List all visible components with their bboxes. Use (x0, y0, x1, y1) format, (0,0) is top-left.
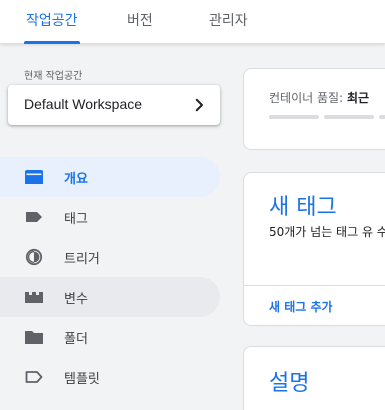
container-quality-card: 컨테이너 품질: 최근 (243, 68, 385, 150)
container-quality-text: 컨테이너 품질: 최근 (269, 89, 369, 106)
quality-bar-segment (324, 115, 374, 119)
workspace-label: 현재 작업공간 (24, 71, 83, 82)
quality-value: 최근 (346, 91, 370, 105)
template-icon (25, 371, 43, 383)
divider (244, 285, 385, 286)
tab-versions[interactable]: 버전 (127, 0, 153, 44)
workspace-name: Default Workspace (24, 96, 143, 112)
sidebar-item-overview[interactable]: 개요 (0, 157, 220, 197)
sidebar-item-triggers[interactable]: 트리거 (0, 237, 220, 277)
chevron-right-icon (195, 98, 203, 112)
top-tab-bar: 작업공간 버전 관리자 (0, 0, 385, 44)
new-tag-card: 새 태그 50개가 넘는 태그 유 수 있습니다. 새 태그 추가 (243, 172, 385, 326)
new-tag-description: 50개가 넘는 태그 유 수 있습니다. (269, 225, 385, 239)
tag-icon (26, 212, 42, 222)
folder-icon (25, 331, 43, 344)
sidebar-item-folders[interactable]: 폴더 (0, 317, 220, 357)
tab-admin[interactable]: 관리자 (209, 0, 248, 44)
new-tag-title: 새 태그 (269, 195, 337, 220)
sidebar-item-tags[interactable]: 태그 (0, 197, 220, 237)
sidebar-item-variables[interactable]: 변수 (0, 277, 220, 317)
quality-bar-segment (379, 115, 385, 119)
tab-workspace[interactable]: 작업공간 (26, 0, 78, 44)
sidebar-item-label: 개요 (64, 172, 88, 187)
folder-open-icon (25, 170, 43, 184)
quality-bar-segment (269, 115, 319, 119)
sidebar-item-templates[interactable]: 템플릿 (0, 357, 220, 397)
add-new-tag-button[interactable]: 새 태그 추가 (269, 298, 333, 315)
active-tab-indicator (24, 41, 80, 44)
quality-label: 컨테이너 품질: (269, 91, 344, 105)
description-title: 설명 (269, 371, 310, 396)
sidebar-item-label: 폴더 (64, 332, 88, 347)
sidebar-item-label: 템플릿 (64, 372, 100, 387)
workspace-selector[interactable]: Default Workspace (8, 85, 220, 125)
description-card: 설명 (243, 346, 385, 410)
sidebar-item-label: 변수 (64, 292, 88, 307)
trigger-icon (25, 248, 43, 266)
sidebar-item-label: 태그 (64, 212, 88, 227)
sidebar: 현재 작업공간 Default Workspace 개요 태그 트리거 변수 폴… (0, 45, 232, 410)
sidebar-item-label: 트리거 (64, 252, 100, 267)
variable-icon (25, 292, 43, 303)
